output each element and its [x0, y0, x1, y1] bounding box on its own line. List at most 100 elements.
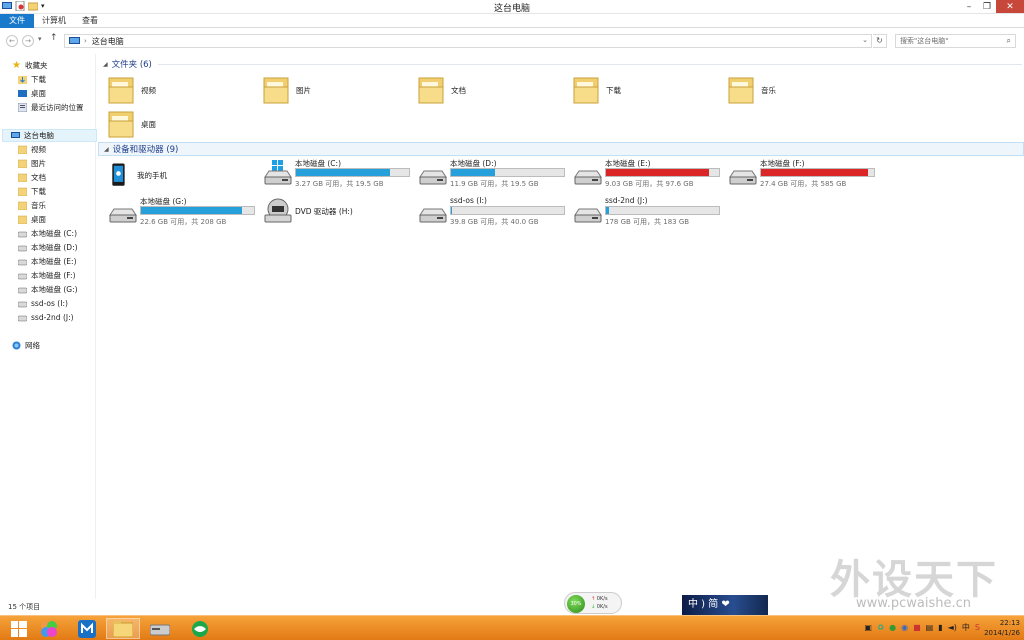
- ime-status-bar[interactable]: 中 ) 简 ❤: [682, 595, 768, 615]
- drive-item[interactable]: 本地磁盘 (G:) 22.6 GB 可用，共 208 GB: [108, 196, 258, 226]
- nav-label: 图片: [31, 159, 46, 168]
- nav-label: 本地磁盘 (F:): [31, 271, 76, 280]
- globe-icon: [192, 620, 208, 637]
- drive-free-space: 9.03 GB 可用，共 97.6 GB: [605, 180, 694, 188]
- drive-usage-fill: [606, 207, 610, 214]
- folders-group-header[interactable]: ◢ 文件夹 (6): [98, 57, 1024, 71]
- folder-item[interactable]: 桌面: [108, 107, 258, 141]
- drive-usage-bar: [140, 206, 255, 215]
- taskbar-app-maxthon[interactable]: [70, 618, 104, 639]
- taskbar-app-drive[interactable]: [143, 618, 177, 639]
- library-folder-icon: [263, 77, 289, 104]
- hard-drive-icon: [109, 208, 137, 223]
- clock-time: 22:13: [999, 619, 1020, 627]
- nav-this-pc[interactable]: 这台电脑: [2, 129, 97, 142]
- library-folder-icon: [418, 77, 444, 104]
- tray-app-icon[interactable]: ▣: [864, 623, 872, 632]
- drive-item[interactable]: 本地磁盘 (F:) 27.4 GB 可用，共 585 GB: [728, 158, 878, 188]
- hard-drive-icon: [574, 170, 602, 185]
- folder-icon: [18, 159, 27, 168]
- close-button[interactable]: ✕: [996, 0, 1024, 13]
- folder-item[interactable]: 音乐: [728, 73, 878, 107]
- group-title: 设备和驱动器 (9): [112, 145, 179, 155]
- tray-app-icon[interactable]: ◉: [901, 623, 908, 632]
- nav-label: 本地磁盘 (D:): [31, 243, 78, 252]
- devices-group-header[interactable]: ◢ 设备和驱动器 (9): [98, 142, 1024, 156]
- nav-label: 桌面: [31, 215, 46, 224]
- drive-label: ssd-os (I:): [450, 196, 487, 205]
- drive-item[interactable]: DVD 驱动器 (H:): [263, 196, 413, 226]
- recent-locations-icon[interactable]: ▾: [38, 35, 42, 43]
- hard-drive-icon: [574, 208, 602, 223]
- taskbar-app-file-explorer[interactable]: [106, 618, 140, 639]
- chevron-down-icon[interactable]: ⌄: [862, 36, 868, 44]
- nav-label: ssd-2nd (J:): [31, 313, 74, 322]
- tray-app-icon[interactable]: ●: [889, 623, 896, 632]
- network-speed-widget[interactable]: 30% ↑ 0K/s ↓ 0K/s: [564, 592, 622, 614]
- hard-drive-icon: [419, 170, 447, 185]
- volume-icon[interactable]: ◄): [948, 623, 957, 632]
- breadcrumb[interactable]: 这台电脑: [92, 36, 124, 47]
- collapse-icon[interactable]: ◢: [103, 61, 108, 68]
- nav-label: 这台电脑: [24, 131, 54, 140]
- nav-network[interactable]: 网络: [12, 339, 107, 352]
- drive-item[interactable]: 本地磁盘 (C:) 3.27 GB 可用，共 19.5 GB: [263, 158, 413, 188]
- upload-speed-value: 0K/s: [596, 596, 608, 602]
- folder-item[interactable]: 视频: [108, 73, 258, 107]
- minimize-button[interactable]: –: [960, 0, 978, 13]
- breadcrumb-separator-icon[interactable]: ›: [84, 37, 87, 45]
- forward-button[interactable]: →: [22, 35, 34, 47]
- taskbar-app-360[interactable]: [183, 618, 217, 639]
- downloads-folder-icon: [18, 76, 27, 84]
- clock[interactable]: 22:13 2014/1/26: [984, 618, 1020, 638]
- upload-speed: ↑ 0K/s: [591, 596, 608, 602]
- drive-item[interactable]: 本地磁盘 (D:) 11.9 GB 可用，共 19.5 GB: [418, 158, 568, 188]
- download-speed: ↓ 0K/s: [591, 604, 608, 610]
- start-button[interactable]: [2, 618, 36, 639]
- folder-icon: [113, 620, 133, 637]
- tray-app-icon[interactable]: ▤: [926, 623, 934, 632]
- folder-icon: [18, 187, 27, 196]
- drive-usage-bar: [450, 168, 565, 177]
- drive-item[interactable]: 本地磁盘 (E:) 9.03 GB 可用，共 97.6 GB: [573, 158, 723, 188]
- phone-icon: [112, 163, 125, 186]
- navigation-pane: ★ 收藏夹 下载 桌面 最近访问的位置 这台电脑 视频 图片 文档 下载 音乐 桌面 本地磁…: [0, 54, 97, 599]
- restore-button[interactable]: ❐: [978, 0, 996, 13]
- address-bar[interactable]: › 这台电脑 ⌄: [64, 34, 872, 48]
- nav-label: 最近访问的位置: [31, 103, 84, 112]
- window-controls: – ❐ ✕: [960, 0, 1024, 13]
- system-tray: ▣ ♻ ● ◉ ■ ▤ ▮ ◄) 中 S: [864, 622, 980, 633]
- refresh-button[interactable]: ↻: [873, 34, 887, 48]
- folder-item[interactable]: 文档: [418, 73, 568, 107]
- drive-free-space: 39.8 GB 可用，共 40.0 GB: [450, 218, 539, 226]
- group-title: 文件夹 (6): [111, 60, 152, 70]
- taskbar-app-baidu[interactable]: [32, 618, 66, 639]
- tray-app-icon[interactable]: ■: [913, 623, 921, 632]
- address-row: ← → ▾ ↑ › 这台电脑 ⌄ ↻ 搜索"这台电脑" ⌕: [0, 30, 1024, 52]
- drive-icon: [18, 231, 27, 238]
- search-input[interactable]: 搜索"这台电脑" ⌕: [895, 34, 1016, 48]
- nav-favorites[interactable]: ★ 收藏夹: [12, 59, 107, 72]
- tab-computer[interactable]: 计算机: [34, 14, 74, 28]
- up-arrow-icon[interactable]: ↑: [50, 33, 58, 43]
- drive-icon: [18, 315, 27, 322]
- tray-app-icon[interactable]: ♻: [877, 623, 884, 632]
- tab-view[interactable]: 查看: [74, 14, 106, 28]
- library-folder-icon: [728, 77, 754, 104]
- folder-item[interactable]: 图片: [263, 73, 413, 107]
- device-my-phone[interactable]: 我的手机: [110, 158, 260, 192]
- drive-item[interactable]: ssd-2nd (J:) 178 GB 可用，共 183 GB: [573, 196, 723, 226]
- back-button[interactable]: ←: [6, 35, 18, 47]
- network-tray-icon[interactable]: ▮: [938, 623, 942, 632]
- computer-icon: [11, 132, 20, 138]
- tab-file[interactable]: 文件: [0, 14, 34, 28]
- folder-label: 视频: [141, 85, 156, 95]
- search-icon[interactable]: ⌕: [1007, 35, 1011, 47]
- drive-item[interactable]: ssd-os (I:) 39.8 GB 可用，共 40.0 GB: [418, 196, 568, 226]
- folder-item[interactable]: 下载: [573, 73, 723, 107]
- collapse-icon[interactable]: ◢: [104, 146, 109, 153]
- ime-indicator[interactable]: 中: [962, 622, 970, 633]
- tray-app-icon[interactable]: S: [975, 623, 980, 632]
- drive-free-space: 27.4 GB 可用，共 585 GB: [760, 180, 847, 188]
- drive-icon: [18, 301, 27, 308]
